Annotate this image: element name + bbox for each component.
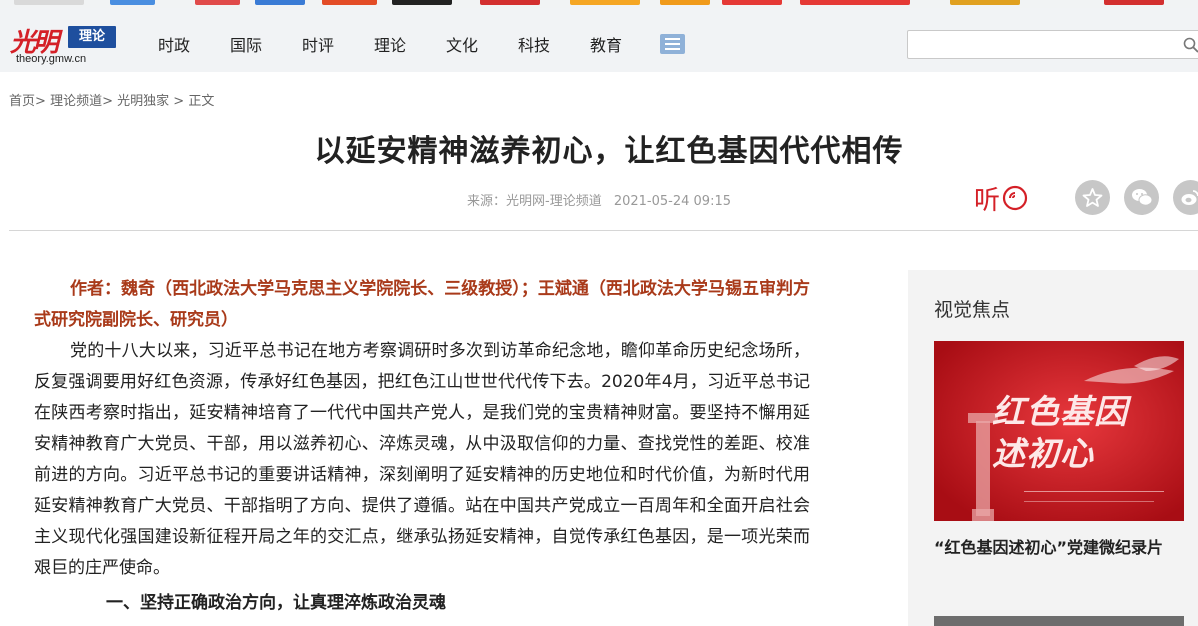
bookmark-item[interactable]	[392, 0, 452, 5]
divider	[9, 230, 1198, 231]
nav-item-commentary[interactable]: 时评	[282, 32, 354, 55]
article-body: 作者：魏奇（西北政法大学马克思主义学院院长、三级教授）；王斌通（西北政法大学马锡…	[34, 274, 810, 619]
breadcrumb-current: 正文	[188, 94, 215, 109]
bookmark-item[interactable]	[255, 0, 305, 5]
bookmark-item[interactable]	[722, 0, 782, 5]
bookmarks-bar	[0, 0, 1198, 8]
breadcrumb-separator: >	[173, 94, 185, 109]
breadcrumb-separator: >	[35, 94, 46, 109]
main-nav: 时政 国际 时评 理论 文化 科技 教育	[138, 32, 642, 55]
bookmark-item[interactable]	[322, 0, 377, 5]
bookmark-item[interactable]	[570, 0, 640, 5]
featured-image[interactable]: 红色基因述初心	[934, 341, 1184, 521]
weibo-share-button[interactable]	[1173, 180, 1198, 215]
wechat-icon	[1132, 189, 1153, 206]
nav-item-theory[interactable]: 理论	[354, 32, 426, 55]
breadcrumb-exclusive[interactable]: 光明独家	[117, 94, 169, 109]
bookmark-item[interactable]	[800, 0, 910, 5]
article-source: 来源：光明网-理论频道	[467, 194, 602, 209]
sidebar-title: 视觉焦点	[934, 299, 1011, 321]
wechat-share-button[interactable]	[1124, 180, 1159, 215]
breadcrumb-separator: >	[102, 94, 113, 109]
article-author: 作者：魏奇（西北政法大学马克思主义学院院长、三级教授）；王斌通（西北政法大学马锡…	[34, 279, 810, 330]
list-icon[interactable]	[660, 34, 685, 54]
favorite-icon	[1082, 188, 1103, 207]
bookmark-item[interactable]	[110, 0, 155, 5]
search-box[interactable]	[907, 30, 1198, 59]
site-header: 光明 理论 theory.gmw.cn 时政 国际 时评 理论 文化 科技 教育	[0, 8, 1198, 72]
nav-item-culture[interactable]: 文化	[426, 32, 498, 55]
featured-image-secondary[interactable]	[934, 616, 1184, 626]
article-subheading: 一、坚持正确政治方向，让真理淬炼政治灵魂	[106, 593, 446, 613]
listen-button[interactable]: 听	[974, 180, 1030, 216]
featured-caption[interactable]: “红色基因述初心”党建微纪录片	[934, 534, 1198, 558]
bookmark-item[interactable]	[195, 0, 240, 5]
logo-badge: 理论	[68, 26, 116, 48]
nav-item-tech[interactable]: 科技	[498, 32, 570, 55]
visual-focus-sidebar: 视觉焦点 红色基因述初心 “红色基因述初心”党建微纪录片	[908, 270, 1198, 626]
breadcrumb: 首页> 理论频道> 光明独家 > 正文	[9, 90, 214, 109]
bookmark-item[interactable]	[14, 0, 84, 5]
bookmark-item[interactable]	[1104, 0, 1164, 5]
breadcrumb-home[interactable]: 首页	[9, 94, 35, 109]
site-logo[interactable]: 光明 理论 theory.gmw.cn	[10, 24, 116, 68]
bookmark-item[interactable]	[480, 0, 540, 5]
bookmark-item[interactable]	[660, 0, 710, 5]
article-paragraph: 党的十八大以来，习近平总书记在地方考察调研时多次到访革命纪念地，瞻仰革命历史纪念…	[34, 341, 810, 578]
favorite-button[interactable]	[1075, 180, 1110, 215]
nav-item-international[interactable]: 国际	[210, 32, 282, 55]
logo-domain: theory.gmw.cn	[16, 53, 87, 65]
bookmark-item[interactable]	[950, 0, 1020, 5]
article-title: 以延安精神滋养初心，让红色基因代代相传	[314, 134, 904, 169]
speaker-icon	[1002, 185, 1028, 211]
listen-label: 听	[974, 186, 1001, 216]
article-meta: 来源：光明网-理论频道 2021-05-24 09:15	[467, 190, 731, 209]
search-icon[interactable]	[1183, 37, 1198, 53]
article-date: 2021-05-24 09:15	[613, 194, 731, 209]
featured-image-title: 红色基因述初心	[992, 392, 1128, 473]
nav-item-politics[interactable]: 时政	[138, 32, 210, 55]
breadcrumb-theory[interactable]: 理论频道	[50, 94, 102, 109]
weibo-icon	[1181, 190, 1198, 205]
search-input[interactable]	[916, 36, 1176, 54]
nav-item-education[interactable]: 教育	[570, 32, 642, 55]
